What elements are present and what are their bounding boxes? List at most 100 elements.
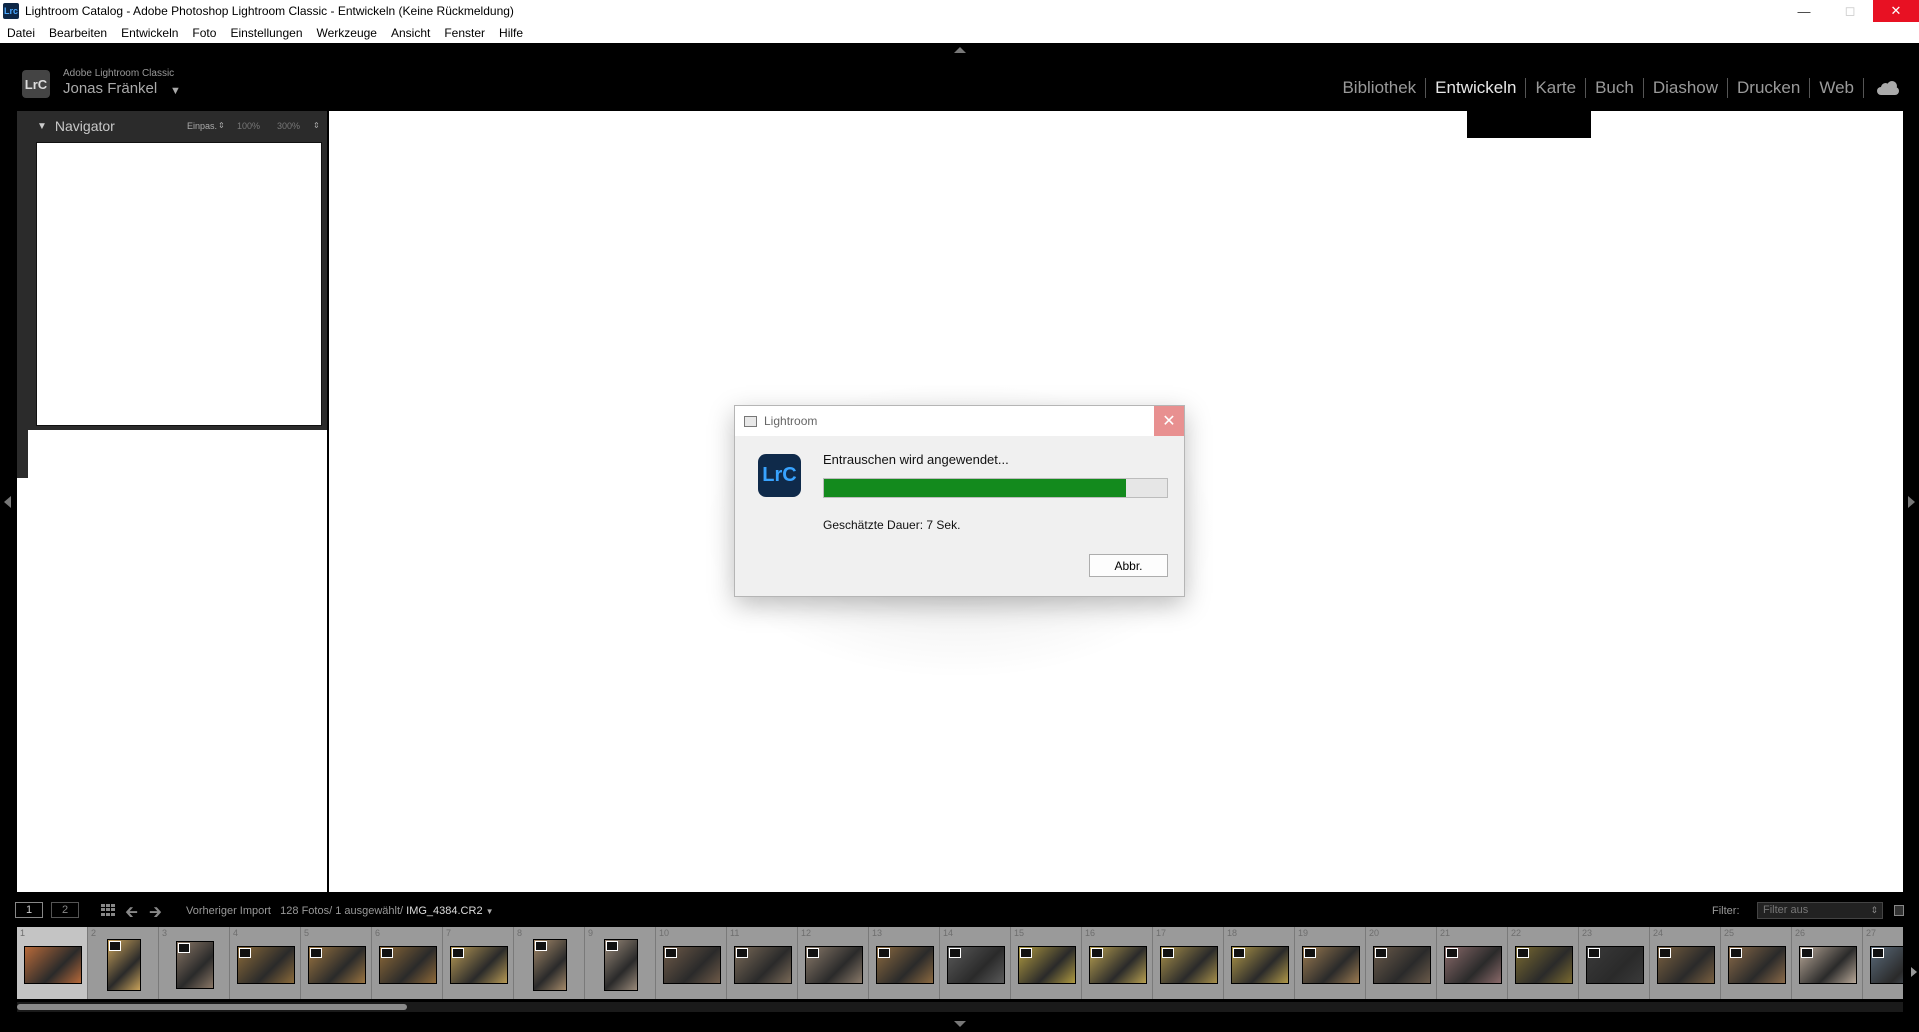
top-panel-toggle-icon[interactable] [954,47,966,53]
module-web[interactable]: Web [1810,78,1864,98]
module-drucken[interactable]: Drucken [1728,78,1811,98]
filmstrip-thumbnail[interactable]: 21 [1437,927,1508,999]
thumbnail-index: 8 [517,928,523,938]
virtual-copy-badge-icon [1445,948,1458,958]
arrow-right-icon[interactable]: 🡲 [149,901,162,928]
filmstrip-thumbnail[interactable]: 19 [1295,927,1366,999]
virtual-copy-badge-icon [1658,948,1671,958]
cloud-icon[interactable] [1877,81,1899,95]
window-controls: — ◻ ✕ [1781,0,1919,22]
menu-hilfe[interactable]: Hilfe [499,26,523,40]
filmstrip-thumbnail[interactable]: 23 [1579,927,1650,999]
virtual-copy-badge-icon [1516,948,1529,958]
filmstrip-thumbnail[interactable]: 14 [940,927,1011,999]
thumbnail-index: 12 [801,928,812,938]
navigator-preview[interactable] [36,142,322,426]
module-buch[interactable]: Buch [1586,78,1644,98]
chevron-down-icon[interactable]: ▼ [486,907,494,916]
module-entwickeln[interactable]: Entwickeln [1426,78,1527,98]
bottom-panel-toggle-icon[interactable] [954,1021,966,1027]
window-icon [744,415,757,427]
thumbnail-index: 16 [1085,928,1096,938]
filmstrip-source[interactable]: Vorheriger Import 128 Fotos/ 1 ausgewähl… [186,905,494,917]
filmstrip-thumbnail[interactable]: 3 [159,927,230,999]
filmstrip-thumbnail[interactable]: 4 [230,927,301,999]
filmstrip-thumbnail[interactable]: 9 [585,927,656,999]
cancel-button[interactable]: Abbr. [1089,554,1168,577]
filmstrip-thumbnail[interactable]: 12 [798,927,869,999]
maximize-icon[interactable]: ◻ [1827,0,1873,22]
filmstrip-thumbnail[interactable]: 25 [1721,927,1792,999]
filmstrip-thumbnail[interactable]: 16 [1082,927,1153,999]
collapse-triangle-icon[interactable]: ▼ [37,121,47,132]
filmstrip-scrollbar[interactable] [17,1002,1903,1012]
module-karte[interactable]: Karte [1526,78,1587,98]
left-panel-blank-area [28,430,327,892]
toolbar-remnant [1467,111,1591,138]
menu-bar: Datei Bearbeiten Entwickeln Foto Einstel… [0,22,1919,43]
menu-foto[interactable]: Foto [192,26,216,40]
filmstrip-thumbnail[interactable]: 5 [301,927,372,999]
filmstrip-thumbnail[interactable]: 8 [514,927,585,999]
progress-bar [823,478,1168,498]
menu-ansicht[interactable]: Ansicht [391,26,430,40]
denoise-progress-dialog: Lightroom ✕ LrC Entrauschen wird angewen… [734,405,1185,597]
zoom-100[interactable]: 100% [237,121,260,131]
filmstrip-thumbnail[interactable]: 1 [17,927,88,999]
thumbnail-index: 20 [1369,928,1380,938]
virtual-copy-badge-icon [1303,948,1316,958]
virtual-copy-badge-icon [1587,948,1600,958]
filmstrip-thumbnail[interactable]: 18 [1224,927,1295,999]
menu-einstellungen[interactable]: Einstellungen [230,26,302,40]
thumbnail-index: 4 [233,928,239,938]
zoom-level-stepper-icon[interactable]: ⇕ [313,121,320,130]
zoom-fit-stepper-icon[interactable]: ⇕ [218,121,225,130]
filmstrip-thumbnail[interactable]: 26 [1792,927,1863,999]
minimize-icon[interactable]: — [1781,0,1827,22]
menu-werkzeuge[interactable]: Werkzeuge [317,26,377,40]
filmstrip-thumbnail[interactable]: 7 [443,927,514,999]
filmstrip-thumbnail[interactable]: 20 [1366,927,1437,999]
filter-select[interactable]: Filter aus ⇕ [1757,902,1883,919]
menu-entwickeln[interactable]: Entwickeln [121,26,178,40]
zoom-fit[interactable]: Einpas. [187,121,217,131]
filmstrip-thumbnail[interactable]: 6 [372,927,443,999]
menu-fenster[interactable]: Fenster [444,26,485,40]
virtual-copy-badge-icon [238,948,251,958]
filmstrip-thumbnail[interactable]: 11 [727,927,798,999]
filmstrip-thumbnail[interactable]: 24 [1650,927,1721,999]
filmstrip-thumbnail[interactable]: 10 [656,927,727,999]
navigator-header[interactable]: ▼ Navigator Einpas. ⇕ 100% 300% ⇕ [28,111,327,141]
main-screen-button[interactable]: 1 [15,902,43,918]
second-screen-button[interactable]: 2 [51,902,79,918]
filmstrip-thumbnail[interactable]: 13 [869,927,940,999]
chevron-down-icon[interactable]: ▼ [170,85,181,97]
close-icon[interactable]: ✕ [1873,0,1919,22]
filmstrip-thumbnail[interactable]: 2 [88,927,159,999]
menu-datei[interactable]: Datei [7,26,35,40]
lock-icon[interactable] [1894,905,1904,916]
filmstrip-thumbnail[interactable]: 15 [1011,927,1082,999]
filmstrip-scroll-right-icon[interactable] [1911,967,1917,977]
user-name[interactable]: Jonas Fränkel [63,80,157,97]
window-title: Lightroom Catalog - Adobe Photoshop Ligh… [25,4,514,18]
filmstrip-scroll-thumb[interactable] [17,1004,407,1010]
virtual-copy-badge-icon [1729,948,1742,958]
arrow-left-icon[interactable]: 🡰 [125,901,138,928]
thumbnail-index: 17 [1156,928,1167,938]
filmstrip-thumbnail[interactable]: 27 [1863,927,1903,999]
thumbnail-index: 26 [1795,928,1806,938]
module-diashow[interactable]: Diashow [1644,78,1729,98]
grid-icon[interactable] [101,904,115,916]
filmstrip-thumbnail[interactable]: 17 [1153,927,1224,999]
close-icon[interactable]: ✕ [1154,406,1184,436]
virtual-copy-badge-icon [1871,948,1884,958]
left-panel-toggle-icon[interactable] [4,496,11,508]
thumbnail-index: 14 [943,928,954,938]
right-panel-toggle-icon[interactable] [1908,496,1915,508]
module-bibliothek[interactable]: Bibliothek [1333,78,1427,98]
dialog-title: Lightroom [764,414,818,428]
filmstrip-thumbnail[interactable]: 22 [1508,927,1579,999]
menu-bearbeiten[interactable]: Bearbeiten [49,26,107,40]
zoom-300[interactable]: 300% [277,121,300,131]
